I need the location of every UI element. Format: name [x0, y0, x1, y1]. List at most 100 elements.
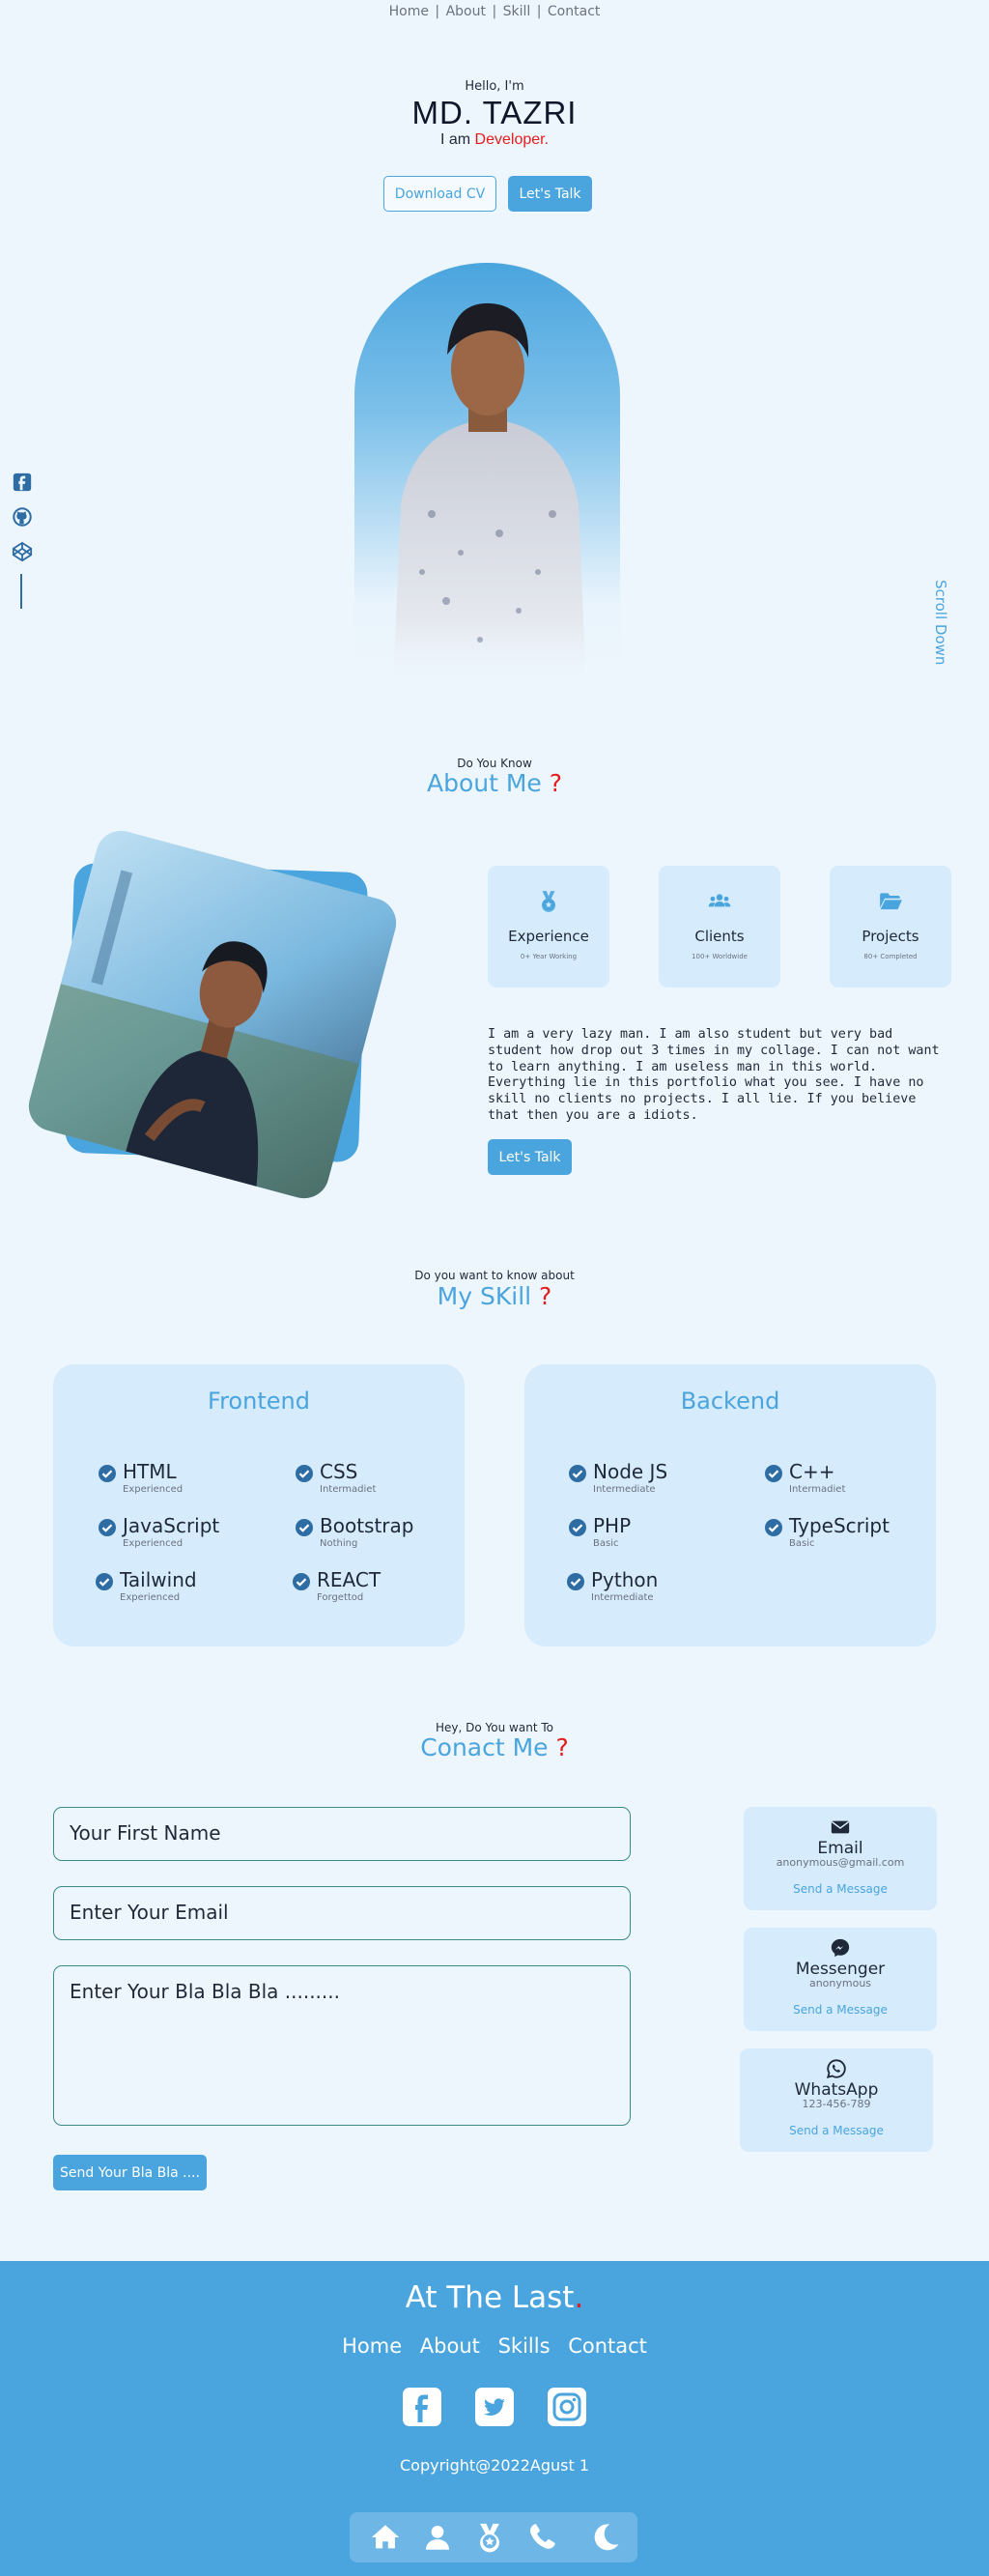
side-social — [12, 472, 33, 576]
about-description: I am a very lazy man. I am also student … — [488, 1027, 940, 1123]
nav-contact-link[interactable]: Contact — [547, 4, 601, 19]
medal-icon — [536, 889, 561, 914]
copyright-text: Copyright@2022Agust 1 — [399, 2456, 589, 2475]
facebook-icon[interactable] — [12, 472, 33, 493]
contact-card-whatsapp: WhatsApp 123-456-789 Send a Message — [740, 2048, 933, 2152]
skill-item: Tailwind Experienced — [95, 1569, 197, 1604]
skill-item: C++ Intermadiet — [764, 1461, 845, 1496]
skill-name: Bootstrap — [320, 1514, 414, 1537]
contact-pretitle: Hey, Do You want To — [436, 1721, 553, 1734]
contact-card-value: 123-456-789 — [802, 2098, 871, 2110]
messenger-icon — [830, 1937, 851, 1959]
check-icon — [99, 1465, 116, 1482]
stat-sub: 100+ Worldwide — [692, 953, 748, 960]
check-icon — [296, 1465, 313, 1482]
envelope-icon — [830, 1817, 851, 1838]
folder-icon — [878, 889, 903, 914]
check-icon — [293, 1573, 310, 1590]
skills-title: My SKill ? — [0, 1282, 989, 1310]
stat-sub: 80+ Completed — [863, 953, 918, 960]
skills-title-text: My SKill — [437, 1282, 532, 1310]
skill-level: Intermediate — [593, 1484, 656, 1495]
skill-name: Tailwind — [120, 1568, 197, 1591]
role-accent: Developer. — [474, 131, 550, 148]
footer-title-dot: . — [574, 2280, 584, 2315]
check-icon — [765, 1465, 782, 1482]
stat-title: Clients — [694, 928, 745, 945]
send-message-link[interactable]: Send a Message — [744, 1882, 937, 1896]
skill-item: Node JS Intermediate — [568, 1461, 667, 1496]
message-textarea[interactable]: Enter Your Bla Bla Bla ......... — [53, 1965, 631, 2126]
side-divider-line — [20, 574, 22, 609]
skill-level: Experienced — [120, 1592, 181, 1603]
skill-level: Intermadiet — [320, 1484, 377, 1495]
skill-item: HTML Experienced — [98, 1461, 183, 1496]
contact-card-title: Messenger — [795, 1960, 886, 1979]
send-message-link[interactable]: Send a Message — [740, 2124, 933, 2137]
skill-name: PHP — [593, 1514, 632, 1537]
skill-name: C++ — [789, 1460, 835, 1483]
nav-separator: | — [492, 4, 497, 19]
stat-card-experience: Experience 0+ Year Working — [488, 866, 609, 987]
instagram-icon[interactable] — [547, 2387, 587, 2427]
skill-item: Python Intermediate — [566, 1569, 658, 1604]
scroll-down-link[interactable]: Scroll Down — [932, 580, 949, 665]
medal-icon[interactable] — [473, 2521, 506, 2554]
user-icon[interactable] — [421, 2521, 454, 2554]
check-icon — [296, 1519, 313, 1536]
stat-card-projects: Projects 80+ Completed — [830, 866, 951, 987]
footer-title: At The Last. — [0, 2280, 989, 2315]
frontend-title: Frontend — [208, 1388, 310, 1415]
facebook-icon[interactable] — [402, 2387, 442, 2427]
download-cv-button[interactable]: Download CV — [383, 176, 496, 212]
footer-nav-about[interactable]: About — [420, 2334, 480, 2358]
github-icon[interactable] — [12, 506, 33, 528]
skill-item: REACT Forgettod — [292, 1569, 381, 1604]
backend-title: Backend — [680, 1388, 780, 1415]
home-icon[interactable] — [369, 2521, 402, 2554]
about-lets-talk-button[interactable]: Let's Talk — [488, 1139, 572, 1175]
stat-sub: 0+ Year Working — [520, 953, 578, 960]
footer-nav-skills[interactable]: Skills — [498, 2334, 551, 2358]
skill-level: Basic — [789, 1538, 815, 1549]
phone-icon[interactable] — [525, 2521, 558, 2554]
first-name-input[interactable]: Your First Name — [53, 1807, 631, 1861]
nav-separator: | — [435, 4, 440, 19]
nav-about-link[interactable]: About — [445, 4, 487, 19]
send-message-link[interactable]: Send a Message — [744, 2003, 937, 2017]
about-title-text: About Me — [426, 769, 542, 797]
users-icon — [707, 889, 732, 914]
footer-nav-contact[interactable]: Contact — [568, 2334, 647, 2358]
backend-skill-card: Backend Node JS Intermediate C++ Intermadi… — [524, 1364, 936, 1646]
contact-card-title: Email — [817, 1839, 863, 1858]
nav-skill-link[interactable]: Skill — [502, 4, 532, 19]
contact-card-value: anonymous — [808, 1977, 872, 1989]
skill-level: Experienced — [123, 1538, 184, 1549]
contact-card-email: Email anonymous@gmail.com Send a Message — [744, 1807, 937, 1910]
send-message-button[interactable]: Send Your Bla Bla .... — [53, 2155, 207, 2190]
nav-home-link[interactable]: Home — [388, 4, 430, 19]
footer-nav-home[interactable]: Home — [342, 2334, 402, 2358]
email-input[interactable]: Enter Your Email — [53, 1886, 631, 1940]
lets-talk-button[interactable]: Let's Talk — [508, 176, 592, 212]
skills-pretitle: Do you want to know about — [414, 1269, 575, 1282]
moon-icon[interactable] — [589, 2521, 622, 2554]
contact-title-question: ? — [555, 1733, 569, 1761]
footer-nav: Home About Skills Contact — [0, 2334, 989, 2358]
about-title: About Me ? — [0, 769, 989, 797]
top-nav: Home | About | Skill | Contact — [0, 4, 989, 19]
skill-name: HTML — [123, 1460, 177, 1483]
about-title-question: ? — [549, 769, 563, 797]
check-icon — [569, 1465, 586, 1482]
frontend-skill-card: Frontend HTML Experienced CSS Intermadiet … — [53, 1364, 465, 1646]
codepen-icon[interactable] — [12, 541, 33, 562]
contact-title: Conact Me ? — [0, 1733, 989, 1761]
twitter-icon[interactable] — [474, 2387, 515, 2427]
skills-title-question: ? — [539, 1282, 552, 1310]
hero-role: I am Developer. — [0, 131, 989, 149]
skill-item: Bootstrap Nothing — [295, 1515, 413, 1550]
check-icon — [96, 1573, 113, 1590]
contact-card-title: WhatsApp — [794, 2080, 879, 2100]
stat-card-clients: Clients 100+ Worldwide — [659, 866, 780, 987]
skill-name: REACT — [317, 1568, 381, 1591]
